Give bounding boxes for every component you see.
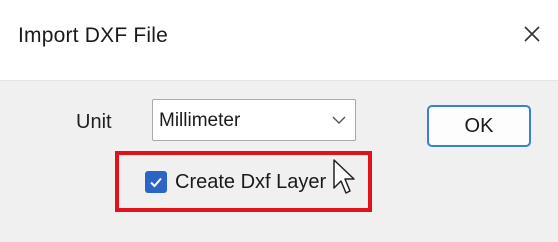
import-dxf-dialog: Import DXF File Unit Millimeter OK Creat… xyxy=(0,0,558,242)
mouse-pointer-icon xyxy=(333,159,355,194)
title-bar: Import DXF File xyxy=(0,0,558,80)
unit-selected-value: Millimeter xyxy=(159,110,241,131)
ok-button[interactable]: OK xyxy=(427,105,531,147)
chevron-down-icon xyxy=(332,116,346,124)
dialog-title: Import DXF File xyxy=(18,24,169,47)
close-button[interactable] xyxy=(514,16,550,52)
ok-button-label: OK xyxy=(464,114,494,137)
close-icon xyxy=(524,26,540,42)
unit-dropdown[interactable]: Millimeter xyxy=(152,99,356,141)
unit-label: Unit xyxy=(76,111,112,133)
